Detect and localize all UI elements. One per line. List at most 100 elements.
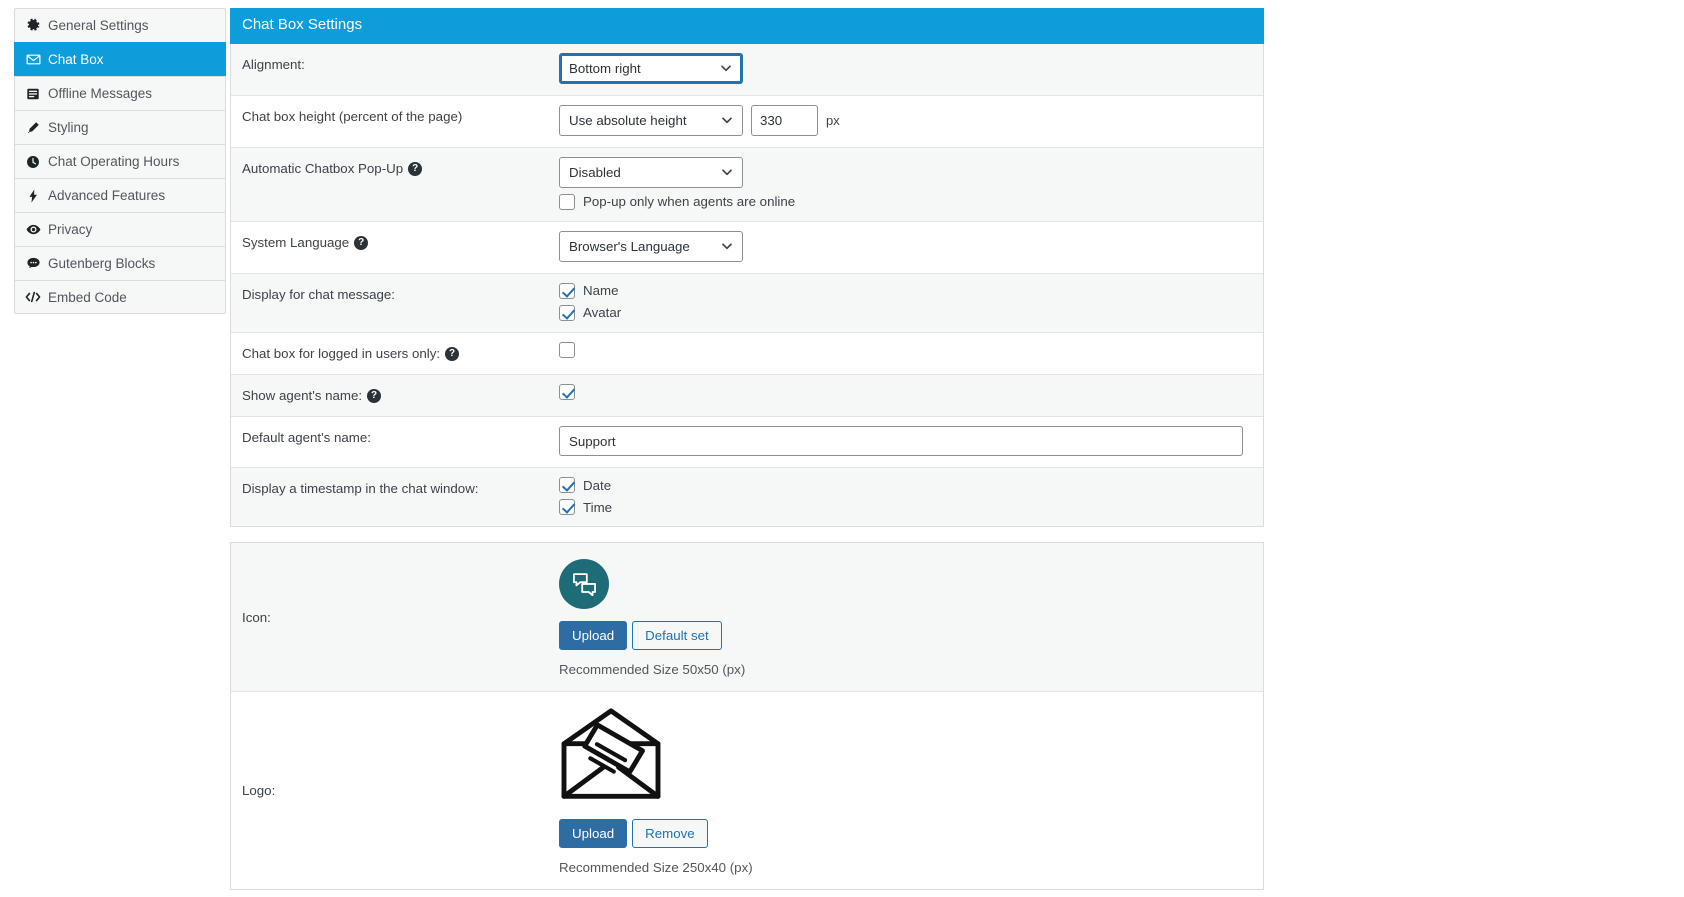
display-avatar-option[interactable]: Avatar — [559, 305, 1253, 321]
logged-in-only-label: Chat box for logged in users only: — [242, 345, 440, 362]
gear-icon — [25, 18, 41, 34]
sidebar-item-label: Gutenberg Blocks — [48, 256, 155, 271]
settings-sidebar: General Settings Chat Box Offline Messag… — [14, 8, 226, 314]
pencil-icon — [25, 120, 41, 136]
help-icon[interactable]: ? — [445, 347, 459, 361]
display-avatar-checkbox[interactable] — [559, 305, 575, 321]
sidebar-item-chat-box[interactable]: Chat Box — [14, 42, 226, 76]
logo-label-text: Logo: — [242, 783, 275, 798]
chevron-down-icon — [721, 114, 733, 126]
row-label: Display for chat message: — [231, 274, 559, 315]
help-icon[interactable]: ? — [354, 236, 368, 250]
timestamp-time-option[interactable]: Time — [559, 499, 1253, 515]
alignment-label: Alignment: — [242, 56, 305, 73]
row-automatic-popup: Automatic Chatbox Pop-Up ? Disabled — [231, 148, 1263, 222]
height-mode-select[interactable]: Use absolute height — [559, 105, 743, 136]
row-display-chat-message: Display for chat message: Name Avatar — [231, 274, 1263, 333]
sidebar-item-embed-code[interactable]: Embed Code — [14, 280, 226, 314]
row-label: Default agent's name: — [231, 417, 559, 458]
row-default-agent-name: Default agent's name: — [231, 417, 1263, 468]
chat-box-height-label: Chat box height (percent of the page) — [242, 108, 462, 125]
system-language-select[interactable]: Browser's Language — [559, 231, 743, 262]
sidebar-item-label: Chat Operating Hours — [48, 154, 179, 169]
display-chat-message-label: Display for chat message: — [242, 286, 395, 303]
clock-icon — [25, 154, 41, 170]
row-control: Bottom right — [559, 44, 1263, 95]
media-panel: Icon: Upload Default set Recommended Siz… — [230, 542, 1264, 890]
help-icon[interactable]: ? — [408, 162, 422, 176]
sidebar-item-general-settings[interactable]: General Settings — [14, 8, 226, 42]
sidebar-item-styling[interactable]: Styling — [14, 110, 226, 144]
row-show-agent-name: Show agent's name: ? — [231, 375, 1263, 417]
timestamp-date-option[interactable]: Date — [559, 477, 1253, 493]
chevron-down-icon — [721, 166, 733, 178]
icon-button-group: Upload Default set — [559, 621, 722, 650]
logo-remove-button[interactable]: Remove — [632, 819, 708, 848]
timestamp-time-checkbox[interactable] — [559, 499, 575, 515]
row-display-timestamp: Display a timestamp in the chat window: … — [231, 468, 1263, 526]
automatic-popup-select-value: Disabled — [569, 165, 621, 180]
timestamp-time-label: Time — [583, 500, 612, 515]
logo-label: Logo: — [231, 692, 559, 889]
popup-agents-online-option[interactable]: Pop-up only when agents are online — [559, 194, 1253, 210]
height-mode-select-value: Use absolute height — [569, 113, 687, 128]
display-avatar-label: Avatar — [583, 305, 621, 320]
icon-upload-button[interactable]: Upload — [559, 621, 627, 650]
row-label: System Language ? — [231, 222, 559, 263]
bolt-icon — [25, 188, 41, 204]
sidebar-item-privacy[interactable]: Privacy — [14, 212, 226, 246]
row-label: Display a timestamp in the chat window: — [231, 468, 559, 509]
list-icon — [25, 86, 41, 102]
chevron-down-icon — [721, 240, 733, 252]
sidebar-item-label: Chat Box — [48, 52, 104, 67]
sidebar-item-label: General Settings — [48, 18, 149, 33]
sidebar-item-chat-operating-hours[interactable]: Chat Operating Hours — [14, 144, 226, 178]
alignment-select[interactable]: Bottom right — [559, 53, 743, 84]
sidebar-item-advanced-features[interactable]: Advanced Features — [14, 178, 226, 212]
show-agent-name-checkbox[interactable] — [559, 384, 575, 400]
row-system-language: System Language ? Browser's Language — [231, 222, 1263, 274]
sidebar-item-label: Embed Code — [48, 290, 127, 305]
timestamp-date-label: Date — [583, 478, 611, 493]
timestamp-date-checkbox[interactable] — [559, 477, 575, 493]
row-chat-box-height: Chat box height (percent of the page) Us… — [231, 96, 1263, 148]
icon-body: Upload Default set Recommended Size 50x5… — [559, 543, 1263, 691]
popup-agents-online-label: Pop-up only when agents are online — [583, 194, 795, 209]
sidebar-item-offline-messages[interactable]: Offline Messages — [14, 76, 226, 110]
row-label: Automatic Chatbox Pop-Up ? — [231, 148, 559, 189]
default-agent-name-input[interactable] — [559, 426, 1243, 456]
speech-bubble-icon — [25, 256, 41, 272]
display-name-label: Name — [583, 283, 618, 298]
row-label: Chat box for logged in users only: ? — [231, 333, 559, 374]
row-label: Show agent's name: ? — [231, 375, 559, 416]
default-agent-name-label: Default agent's name: — [242, 429, 371, 446]
row-logged-in-users-only: Chat box for logged in users only: ? — [231, 333, 1263, 375]
logo-size-hint: Recommended Size 250x40 (px) — [559, 860, 753, 875]
row-control — [559, 375, 1263, 411]
logo-upload-button[interactable]: Upload — [559, 819, 627, 848]
row-icon: Icon: Upload Default set Recommended Siz… — [231, 543, 1263, 692]
height-unit-label: px — [826, 113, 840, 128]
sidebar-item-gutenberg-blocks[interactable]: Gutenberg Blocks — [14, 246, 226, 280]
logo-button-group: Upload Remove — [559, 819, 708, 848]
help-icon[interactable]: ? — [367, 389, 381, 403]
eye-icon — [25, 222, 41, 238]
row-logo: Logo: Upload Remove — [231, 692, 1263, 889]
sidebar-item-label: Advanced Features — [48, 188, 165, 203]
logged-in-only-checkbox[interactable] — [559, 342, 575, 358]
row-control: Date Time — [559, 468, 1263, 526]
logo-body: Upload Remove Recommended Size 250x40 (p… — [559, 692, 1263, 889]
icon-default-set-button[interactable]: Default set — [632, 621, 722, 650]
row-control: Disabled Pop-up only when agents are onl… — [559, 148, 1263, 221]
open-envelope-letter-icon — [559, 708, 663, 807]
icon-label-text: Icon: — [242, 610, 271, 625]
chat-box-height-input[interactable] — [751, 105, 818, 136]
icon-size-hint: Recommended Size 50x50 (px) — [559, 662, 745, 677]
show-agent-name-label: Show agent's name: — [242, 387, 362, 404]
display-name-option[interactable]: Name — [559, 283, 1253, 299]
alignment-select-value: Bottom right — [569, 61, 641, 76]
row-label: Chat box height (percent of the page) — [231, 96, 559, 137]
display-name-checkbox[interactable] — [559, 283, 575, 299]
automatic-popup-select[interactable]: Disabled — [559, 157, 743, 188]
popup-agents-online-checkbox[interactable] — [559, 194, 575, 210]
